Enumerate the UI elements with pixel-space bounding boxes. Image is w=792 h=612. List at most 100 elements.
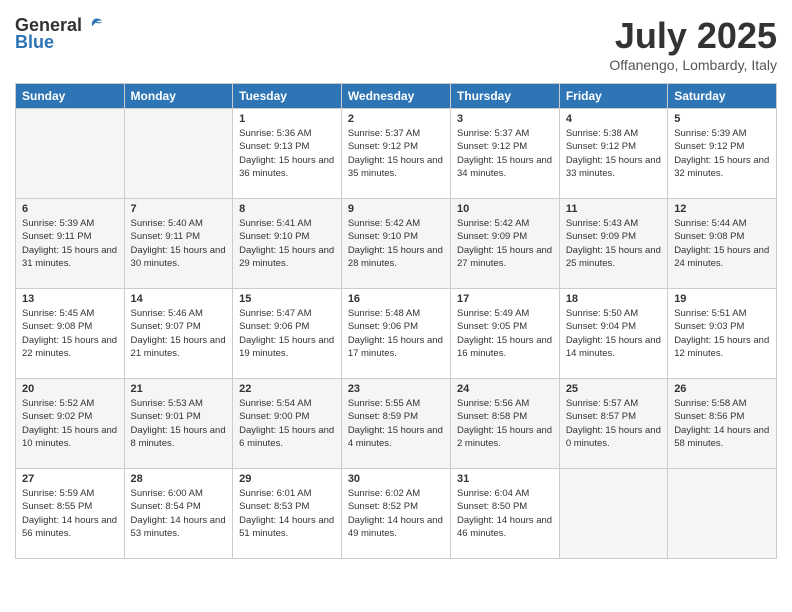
day-info: Sunrise: 5:38 AM Sunset: 9:12 PM Dayligh…: [566, 127, 661, 180]
day-number: 12: [674, 203, 770, 215]
weekday-header-wednesday: Wednesday: [341, 84, 450, 109]
day-number: 24: [457, 383, 553, 395]
calendar-cell: 26 Sunrise: 5:58 AM Sunset: 8:56 PM Dayli…: [668, 379, 777, 469]
calendar-cell: 6 Sunrise: 5:39 AM Sunset: 9:11 PM Daylig…: [16, 199, 125, 289]
calendar-cell: 15 Sunrise: 5:47 AM Sunset: 9:06 PM Dayli…: [233, 289, 342, 379]
day-info: Sunrise: 5:42 AM Sunset: 9:09 PM Dayligh…: [457, 217, 553, 270]
title-block: July 2025 Offanengo, Lombardy, Italy: [609, 15, 777, 73]
day-number: 27: [22, 473, 118, 485]
day-info: Sunrise: 5:41 AM Sunset: 9:10 PM Dayligh…: [239, 217, 335, 270]
day-info: Sunrise: 5:37 AM Sunset: 9:12 PM Dayligh…: [348, 127, 444, 180]
weekday-header-saturday: Saturday: [668, 84, 777, 109]
day-number: 31: [457, 473, 553, 485]
day-number: 26: [674, 383, 770, 395]
day-number: 9: [348, 203, 444, 215]
day-number: 17: [457, 293, 553, 305]
week-row-1: 1Sunrise: 5:36 AM Sunset: 9:13 PM Daylig…: [16, 109, 777, 199]
logo-bird-icon: [84, 16, 104, 36]
calendar-cell: 3Sunrise: 5:37 AM Sunset: 9:12 PM Daylig…: [450, 109, 559, 199]
day-number: 30: [348, 473, 444, 485]
day-info: Sunrise: 5:43 AM Sunset: 9:09 PM Dayligh…: [566, 217, 661, 270]
calendar-cell: 24 Sunrise: 5:56 AM Sunset: 8:58 PM Dayli…: [450, 379, 559, 469]
day-info: Sunrise: 5:55 AM Sunset: 8:59 PM Dayligh…: [348, 397, 444, 450]
calendar-cell: 10 Sunrise: 5:42 AM Sunset: 9:09 PM Dayli…: [450, 199, 559, 289]
day-number: 1: [239, 113, 335, 125]
week-row-3: 13 Sunrise: 5:45 AM Sunset: 9:08 PM Dayli…: [16, 289, 777, 379]
week-row-2: 6 Sunrise: 5:39 AM Sunset: 9:11 PM Daylig…: [16, 199, 777, 289]
calendar-cell: 18 Sunrise: 5:50 AM Sunset: 9:04 PM Dayli…: [559, 289, 667, 379]
weekday-header-tuesday: Tuesday: [233, 84, 342, 109]
calendar-cell: 23 Sunrise: 5:55 AM Sunset: 8:59 PM Dayli…: [341, 379, 450, 469]
day-info: Sunrise: 6:04 AM Sunset: 8:50 PM Dayligh…: [457, 487, 553, 540]
calendar-cell: [559, 469, 667, 559]
day-info: Sunrise: 5:45 AM Sunset: 9:08 PM Dayligh…: [22, 307, 118, 360]
calendar-cell: 27 Sunrise: 5:59 AM Sunset: 8:55 PM Dayli…: [16, 469, 125, 559]
day-number: 11: [566, 203, 661, 215]
location-subtitle: Offanengo, Lombardy, Italy: [609, 57, 777, 73]
weekday-header-sunday: Sunday: [16, 84, 125, 109]
day-info: Sunrise: 5:39 AM Sunset: 9:11 PM Dayligh…: [22, 217, 118, 270]
day-number: 25: [566, 383, 661, 395]
day-info: Sunrise: 6:00 AM Sunset: 8:54 PM Dayligh…: [131, 487, 227, 540]
calendar-cell: 1Sunrise: 5:36 AM Sunset: 9:13 PM Daylig…: [233, 109, 342, 199]
page-header: General Blue July 2025 Offanengo, Lombar…: [15, 15, 777, 73]
calendar-cell: 5 Sunrise: 5:39 AM Sunset: 9:12 PM Daylig…: [668, 109, 777, 199]
day-info: Sunrise: 5:57 AM Sunset: 8:57 PM Dayligh…: [566, 397, 661, 450]
calendar-cell: 19Sunrise: 5:51 AM Sunset: 9:03 PM Dayli…: [668, 289, 777, 379]
day-info: Sunrise: 5:50 AM Sunset: 9:04 PM Dayligh…: [566, 307, 661, 360]
day-info: Sunrise: 5:40 AM Sunset: 9:11 PM Dayligh…: [131, 217, 227, 270]
day-number: 7: [131, 203, 227, 215]
calendar-cell: 13 Sunrise: 5:45 AM Sunset: 9:08 PM Dayli…: [16, 289, 125, 379]
day-info: Sunrise: 5:53 AM Sunset: 9:01 PM Dayligh…: [131, 397, 227, 450]
day-number: 15: [239, 293, 335, 305]
day-info: Sunrise: 5:39 AM Sunset: 9:12 PM Dayligh…: [674, 127, 770, 180]
day-info: Sunrise: 5:54 AM Sunset: 9:00 PM Dayligh…: [239, 397, 335, 450]
calendar-cell: [16, 109, 125, 199]
week-row-5: 27 Sunrise: 5:59 AM Sunset: 8:55 PM Dayli…: [16, 469, 777, 559]
calendar-cell: 9 Sunrise: 5:42 AM Sunset: 9:10 PM Daylig…: [341, 199, 450, 289]
day-info: Sunrise: 6:01 AM Sunset: 8:53 PM Dayligh…: [239, 487, 335, 540]
day-number: 21: [131, 383, 227, 395]
logo-blue: Blue: [15, 32, 54, 53]
day-info: Sunrise: 5:51 AM Sunset: 9:03 PM Dayligh…: [674, 307, 770, 360]
day-info: Sunrise: 5:48 AM Sunset: 9:06 PM Dayligh…: [348, 307, 444, 360]
calendar-table: SundayMondayTuesdayWednesdayThursdayFrid…: [15, 83, 777, 559]
weekday-header-thursday: Thursday: [450, 84, 559, 109]
day-number: 13: [22, 293, 118, 305]
day-number: 5: [674, 113, 770, 125]
calendar-cell: 16 Sunrise: 5:48 AM Sunset: 9:06 PM Dayli…: [341, 289, 450, 379]
day-number: 10: [457, 203, 553, 215]
weekday-header-row: SundayMondayTuesdayWednesdayThursdayFrid…: [16, 84, 777, 109]
calendar-cell: 28 Sunrise: 6:00 AM Sunset: 8:54 PM Dayli…: [124, 469, 233, 559]
calendar-cell: 30 Sunrise: 6:02 AM Sunset: 8:52 PM Dayli…: [341, 469, 450, 559]
day-info: Sunrise: 5:44 AM Sunset: 9:08 PM Dayligh…: [674, 217, 770, 270]
calendar-cell: 11 Sunrise: 5:43 AM Sunset: 9:09 PM Dayli…: [559, 199, 667, 289]
calendar-cell: 14Sunrise: 5:46 AM Sunset: 9:07 PM Dayli…: [124, 289, 233, 379]
day-info: Sunrise: 6:02 AM Sunset: 8:52 PM Dayligh…: [348, 487, 444, 540]
calendar-cell: [668, 469, 777, 559]
day-info: Sunrise: 5:47 AM Sunset: 9:06 PM Dayligh…: [239, 307, 335, 360]
day-info: Sunrise: 5:58 AM Sunset: 8:56 PM Dayligh…: [674, 397, 770, 450]
calendar-cell: 31 Sunrise: 6:04 AM Sunset: 8:50 PM Dayli…: [450, 469, 559, 559]
month-title: July 2025: [609, 15, 777, 57]
calendar-cell: 29Sunrise: 6:01 AM Sunset: 8:53 PM Dayli…: [233, 469, 342, 559]
weekday-header-monday: Monday: [124, 84, 233, 109]
day-info: Sunrise: 5:56 AM Sunset: 8:58 PM Dayligh…: [457, 397, 553, 450]
day-number: 23: [348, 383, 444, 395]
calendar-cell: 12 Sunrise: 5:44 AM Sunset: 9:08 PM Dayli…: [668, 199, 777, 289]
day-number: 20: [22, 383, 118, 395]
day-info: Sunrise: 5:59 AM Sunset: 8:55 PM Dayligh…: [22, 487, 118, 540]
calendar-cell: 22Sunrise: 5:54 AM Sunset: 9:00 PM Dayli…: [233, 379, 342, 469]
calendar-cell: 7 Sunrise: 5:40 AM Sunset: 9:11 PM Daylig…: [124, 199, 233, 289]
calendar-cell: [124, 109, 233, 199]
day-number: 8: [239, 203, 335, 215]
week-row-4: 20Sunrise: 5:52 AM Sunset: 9:02 PM Dayli…: [16, 379, 777, 469]
day-info: Sunrise: 5:42 AM Sunset: 9:10 PM Dayligh…: [348, 217, 444, 270]
day-number: 28: [131, 473, 227, 485]
calendar-cell: 2 Sunrise: 5:37 AM Sunset: 9:12 PM Daylig…: [341, 109, 450, 199]
day-number: 16: [348, 293, 444, 305]
day-number: 2: [348, 113, 444, 125]
day-number: 4: [566, 113, 661, 125]
day-number: 6: [22, 203, 118, 215]
day-number: 18: [566, 293, 661, 305]
